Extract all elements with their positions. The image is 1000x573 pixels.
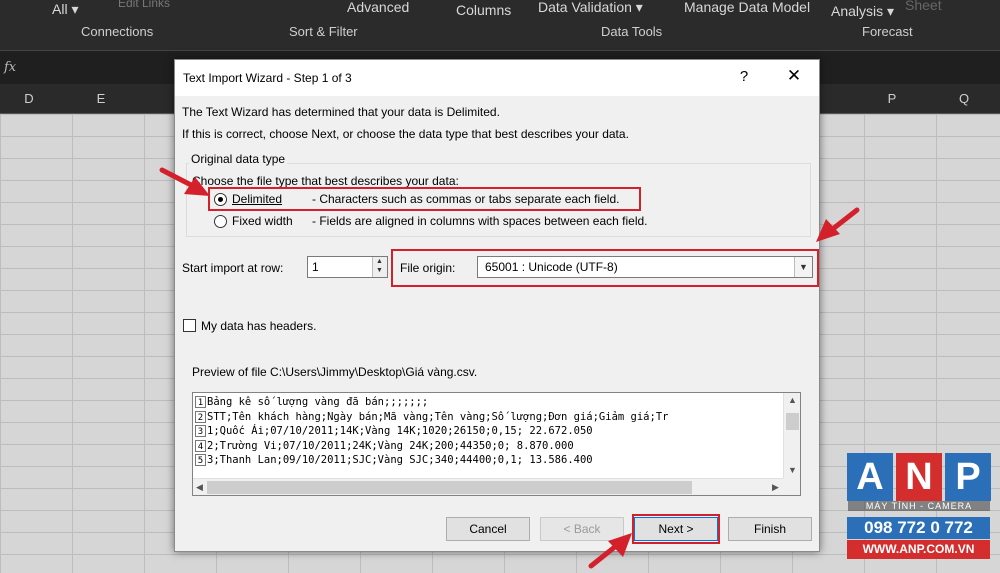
ribbon-all-dropdown[interactable]: All ▾ bbox=[52, 1, 78, 18]
ribbon-what-if-analysis-button[interactable]: Analysis ▾ bbox=[831, 3, 894, 20]
text-import-wizard-dialog: Text Import Wizard - Step 1 of 3 ? ✕ The… bbox=[174, 59, 820, 552]
chevron-down-icon[interactable]: ▼ bbox=[794, 257, 812, 277]
logo-phone: 098 772 0 772 bbox=[847, 517, 990, 539]
preview-line-text: Bảng kê số lượng vàng đã bán;;;;;;; bbox=[207, 396, 429, 408]
column-header[interactable]: D bbox=[19, 91, 39, 106]
logo-website: WWW.ANP.COM.VN bbox=[847, 540, 990, 559]
ribbon-manage-data-model-button[interactable]: Manage Data Model bbox=[684, 0, 810, 15]
ribbon-text-to-columns-button[interactable]: Columns bbox=[456, 2, 511, 18]
preview-label: Preview of file C:\Users\Jimmy\Desktop\G… bbox=[192, 365, 478, 379]
start-row-stepper[interactable]: 1 ▲ ▼ bbox=[307, 256, 388, 278]
start-row-label: Start import at row: bbox=[182, 261, 284, 275]
column-header[interactable]: P bbox=[882, 91, 902, 106]
spin-up-icon[interactable]: ▲ bbox=[376, 258, 383, 265]
close-button[interactable]: ✕ bbox=[783, 66, 805, 86]
next-highlight bbox=[632, 514, 720, 544]
preview-line-number: 4 bbox=[195, 439, 206, 452]
preview-line: 4 2;Trường Vi;07/10/2011;24K;Vàng 24K;200… bbox=[193, 439, 668, 454]
original-data-type-title: Original data type bbox=[189, 152, 288, 166]
scroll-up-icon[interactable]: ▲ bbox=[788, 395, 797, 405]
preview-line-number: 2 bbox=[195, 410, 206, 423]
back-button[interactable]: < Back bbox=[540, 517, 624, 541]
excel-ribbon: All ▾ Edit Links Advanced Columns Data V… bbox=[0, 0, 1000, 50]
start-row-value: 1 bbox=[312, 260, 319, 274]
preview-line-number: 5 bbox=[195, 454, 206, 466]
preview-lines: 1 Bảng kê số lượng vàng đã bán;;;;;;; 2 ST… bbox=[193, 395, 668, 468]
choose-file-type-label: Choose the file type that best describes… bbox=[192, 174, 459, 188]
column-header[interactable]: Q bbox=[954, 91, 974, 106]
preview-line: 3 1;Quốc Ái;07/10/2011;14K;Vàng 14K;1020;… bbox=[193, 424, 668, 439]
preview-line-text: 2;Trường Vi;07/10/2011;24K;Vàng 24K;200;… bbox=[207, 439, 574, 452]
fixed-width-radio[interactable] bbox=[214, 215, 227, 228]
dialog-title: Text Import Wizard - Step 1 of 3 bbox=[183, 71, 352, 85]
vertical-scroll-thumb[interactable] bbox=[786, 413, 799, 430]
scroll-corner bbox=[783, 478, 800, 495]
preview-line: 1 Bảng kê số lượng vàng đã bán;;;;;;; bbox=[193, 395, 668, 410]
finish-button[interactable]: Finish bbox=[728, 517, 812, 541]
group-forecast: Forecast bbox=[862, 24, 913, 39]
cancel-button[interactable]: Cancel bbox=[446, 517, 530, 541]
group-connections: Connections bbox=[81, 24, 154, 39]
preview-line-number: 3 bbox=[195, 425, 206, 437]
help-button[interactable]: ? bbox=[734, 68, 754, 85]
ribbon-edit-links[interactable]: Edit Links bbox=[118, 0, 170, 10]
ribbon-advanced-button[interactable]: Advanced bbox=[347, 0, 409, 15]
preview-line-text: 3;Thanh Lan;09/10/2011;SJC;Vàng SJC;340;… bbox=[207, 454, 593, 466]
scroll-right-icon[interactable]: ▶ bbox=[772, 482, 779, 493]
preview-line-text: STT;Tên khách hàng;Ngày bán;Mã vàng;Tên … bbox=[207, 410, 669, 423]
file-origin-value: 65001 : Unicode (UTF-8) bbox=[485, 260, 618, 274]
group-data-tools: Data Tools bbox=[601, 24, 663, 39]
logo-letter: A bbox=[847, 453, 893, 501]
fixed-width-label[interactable]: Fixed width bbox=[232, 214, 293, 228]
dialog-titlebar[interactable]: Text Import Wizard - Step 1 of 3 ? ✕ bbox=[175, 60, 819, 96]
logo-letter: N bbox=[896, 453, 942, 501]
ribbon-forecast-sheet-button[interactable]: Sheet bbox=[905, 0, 942, 13]
ribbon-data-validation-button[interactable]: Data Validation ▾ bbox=[538, 0, 643, 16]
start-row-spin-buttons[interactable]: ▲ ▼ bbox=[372, 257, 387, 277]
file-origin-select[interactable]: 65001 : Unicode (UTF-8) ▼ bbox=[477, 256, 813, 278]
scroll-left-icon[interactable]: ◀ bbox=[196, 482, 203, 493]
fixed-width-description: - Fields are aligned in columns with spa… bbox=[312, 214, 648, 228]
scroll-down-icon[interactable]: ▼ bbox=[788, 465, 797, 475]
logo-letter: P bbox=[945, 453, 991, 501]
horizontal-scroll-thumb[interactable] bbox=[207, 481, 692, 494]
vertical-scrollbar[interactable]: ▲ ▼ bbox=[783, 393, 800, 479]
spin-down-icon[interactable]: ▼ bbox=[376, 267, 383, 274]
delimited-highlight bbox=[208, 187, 641, 211]
preview-line-number: 1 bbox=[195, 396, 206, 408]
preview-line: 2 STT;Tên khách hàng;Ngày bán;Mã vàng;Tên… bbox=[193, 410, 668, 425]
horizontal-scrollbar[interactable]: ◀ ▶ bbox=[193, 478, 785, 495]
file-origin-label: File origin: bbox=[400, 261, 456, 275]
preview-pane[interactable]: 1 Bảng kê số lượng vàng đã bán;;;;;;; 2 ST… bbox=[192, 392, 801, 496]
intro-text-line1: The Text Wizard has determined that your… bbox=[182, 105, 500, 119]
group-sort-filter: Sort & Filter bbox=[289, 24, 358, 39]
logo-subtitle: MÁY TÍNH - CAMERA bbox=[848, 501, 990, 511]
column-header[interactable]: E bbox=[91, 91, 111, 106]
headers-checkbox[interactable] bbox=[183, 319, 196, 332]
preview-line-text: 1;Quốc Ái;07/10/2011;14K;Vàng 14K;1020;2… bbox=[207, 425, 593, 437]
fx-icon: fx bbox=[4, 60, 17, 75]
anp-watermark: A N P MÁY TÍNH - CAMERA 098 772 0 772 WW… bbox=[845, 453, 991, 561]
headers-label[interactable]: My data has headers. bbox=[201, 319, 316, 333]
intro-text-line2: If this is correct, choose Next, or choo… bbox=[182, 127, 629, 141]
preview-line: 5 3;Thanh Lan;09/10/2011;SJC;Vàng SJC;340… bbox=[193, 453, 668, 468]
